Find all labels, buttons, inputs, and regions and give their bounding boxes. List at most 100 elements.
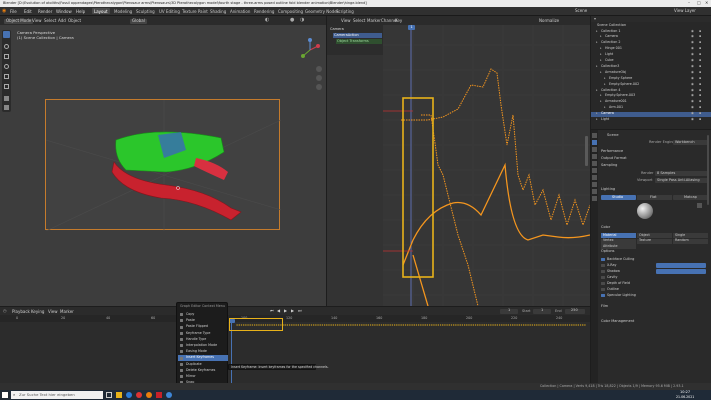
outliner-row[interactable]: ▸ Empty.Sphere.003 ◉ ▪ <box>591 94 711 99</box>
expand-icon[interactable]: ▸ <box>600 35 602 38</box>
outliner-row[interactable]: ▸ Camera ◉ ▪ <box>591 35 711 40</box>
color-option[interactable]: Object <box>637 233 672 238</box>
camera-icon[interactable]: ▪ <box>699 76 701 80</box>
expand-icon[interactable]: ▸ <box>596 29 598 33</box>
lighting-studio-tab[interactable]: Studio <box>601 195 636 200</box>
expand-icon[interactable]: ▸ <box>596 111 598 115</box>
context-menu-item[interactable]: Duplicate <box>178 362 228 368</box>
eye-icon[interactable]: ◉ <box>691 52 694 56</box>
outliner[interactable]: ▾ Scene Collection ▸ Collection 1 ◉ ▪ ▸ Camer… <box>591 16 711 129</box>
eye-icon[interactable]: ◉ <box>691 111 694 115</box>
mode-selector[interactable]: Object Mode <box>4 18 34 24</box>
option-row[interactable]: Cavity <box>601 275 706 280</box>
end-frame-field[interactable]: 250 <box>565 308 585 314</box>
graph-editor[interactable]: View Select Marker Channel Key Normalize… <box>327 16 590 306</box>
current-frame-field[interactable]: 1 <box>500 308 518 314</box>
annotate-tool-icon[interactable] <box>4 96 9 101</box>
camera-icon[interactable]: ▪ <box>699 64 701 68</box>
context-menu-item[interactable]: Interpolation Mode <box>178 343 228 349</box>
scene-tab-icon[interactable] <box>592 161 597 166</box>
camera-icon[interactable]: ▪ <box>699 82 701 86</box>
expand-icon[interactable]: ▸ <box>596 88 598 92</box>
context-menu-item[interactable]: Easing Mode <box>178 349 228 355</box>
lighting-matcap-tab[interactable]: Matcap <box>673 195 708 200</box>
shading-material-icon[interactable]: ◑ <box>300 18 304 23</box>
outliner-row[interactable]: ▸ Arm.001 ◉ ▪ <box>591 105 711 111</box>
camera-icon[interactable]: ▪ <box>699 111 701 115</box>
pan-icon[interactable] <box>316 75 322 81</box>
option-row[interactable]: Depth of Field <box>601 281 706 286</box>
outliner-root[interactable]: Scene Collection <box>597 23 626 28</box>
option-checkbox[interactable] <box>601 263 605 267</box>
data-tab-icon[interactable] <box>592 196 597 201</box>
camera-view-icon[interactable] <box>316 84 322 90</box>
context-menu-item[interactable]: Paste Flipped <box>178 324 228 330</box>
edge-icon[interactable] <box>126 392 132 398</box>
workspace-tab-scripting[interactable]: Scripting <box>334 8 356 14</box>
workspace-tab-uv-editing[interactable]: UV Editing <box>157 8 182 14</box>
camera-icon[interactable]: ▪ <box>699 70 701 74</box>
color-option[interactable]: Attribute <box>601 244 636 249</box>
timeline[interactable]: ◷ Playback Keying View Marker ⏮ ◀ ▶ ▶ ⏭ … <box>0 307 590 383</box>
outliner-filter-icon[interactable]: ▾ <box>594 17 596 21</box>
acrobat-icon[interactable] <box>156 392 162 398</box>
eye-icon[interactable]: ◉ <box>691 70 694 74</box>
timeline-ruler[interactable]: 020406080100120140160180200220240 <box>0 315 590 322</box>
expand-icon[interactable]: ▸ <box>600 52 602 56</box>
step-back-icon[interactable]: ◀ <box>277 308 280 313</box>
eye-icon[interactable]: ◉ <box>691 35 694 39</box>
channel-camera[interactable]: Camera <box>330 27 382 32</box>
opera-icon[interactable] <box>136 392 142 398</box>
maximize-icon[interactable]: □ <box>697 1 701 5</box>
expand-icon[interactable]: ▸ <box>604 82 606 86</box>
scene-selector[interactable]: Scene <box>575 9 587 13</box>
studio-light-preview[interactable] <box>637 203 653 219</box>
menu-render[interactable]: Render <box>38 9 52 14</box>
start-frame-field[interactable]: 1 <box>533 308 551 314</box>
section-output-format[interactable]: Output Format <box>601 156 627 161</box>
zoom-icon[interactable] <box>316 66 322 72</box>
minimize-icon[interactable]: – <box>688 1 690 5</box>
option-row[interactable]: Specular Lighting <box>601 293 706 298</box>
workspace-tab-sculpting[interactable]: Sculpting <box>134 8 157 14</box>
camera-icon[interactable]: ▪ <box>699 52 701 56</box>
camera-icon[interactable]: ▪ <box>699 35 701 39</box>
section-sampling[interactable]: Sampling <box>601 163 617 168</box>
channel-object-transforms[interactable]: Object Transforms <box>336 39 382 44</box>
viewport-menu-select[interactable]: Select <box>44 18 56 23</box>
outliner-row[interactable]: ▸ Collection 2 ◉ ▪ <box>591 40 711 46</box>
viewport-menu-add[interactable]: Add <box>58 18 66 23</box>
keyframe-row[interactable] <box>236 324 586 326</box>
outliner-row[interactable]: ▸ ArmatureObj ◉ ▪ <box>591 70 711 75</box>
outliner-row[interactable]: ▸ Empty Sphere ◉ ▪ <box>591 76 711 81</box>
lighting-flat-tab[interactable]: Flat <box>637 195 672 200</box>
option-slider[interactable] <box>656 269 706 274</box>
workspace-tab-texture-paint[interactable]: Texture Paint <box>180 8 210 14</box>
option-row[interactable]: X-Ray <box>601 263 706 268</box>
eye-icon[interactable]: ◉ <box>691 64 694 68</box>
menu-edit[interactable]: Edit <box>24 9 32 14</box>
camera-icon[interactable]: ▪ <box>699 40 701 44</box>
blender-taskbar-icon[interactable] <box>146 392 152 398</box>
orientation-selector[interactable]: Global <box>130 18 147 24</box>
camera-icon[interactable]: ▪ <box>699 88 701 92</box>
camera-icon[interactable]: ▪ <box>699 58 701 62</box>
section-film[interactable]: Film <box>601 304 608 309</box>
app-icon[interactable] <box>166 392 172 398</box>
world-tab-icon[interactable] <box>592 168 597 173</box>
expand-icon[interactable]: ▸ <box>600 58 602 62</box>
context-menu-item[interactable]: Delete Keyframes <box>178 368 228 374</box>
render-samples-dropdown[interactable]: 8 Samples <box>655 171 708 176</box>
current-frame-indicator[interactable]: 1 <box>408 25 415 30</box>
timeline-playback-menu[interactable]: Playback <box>12 309 30 314</box>
timeline-keying-menu[interactable]: Keying <box>31 309 44 314</box>
scene-objects[interactable] <box>46 100 281 231</box>
option-row[interactable]: Backface Culling <box>601 257 706 262</box>
graph-menu-select[interactable]: Select <box>353 18 365 23</box>
option-checkbox[interactable] <box>601 269 605 273</box>
expand-icon[interactable]: ▸ <box>600 47 602 50</box>
modifier-tab-icon[interactable] <box>592 182 597 187</box>
camera-icon[interactable]: ▪ <box>699 105 701 109</box>
navigation-gizmo-icon[interactable] <box>298 38 322 62</box>
timeline-menu-marker[interactable]: Marker <box>60 309 74 314</box>
